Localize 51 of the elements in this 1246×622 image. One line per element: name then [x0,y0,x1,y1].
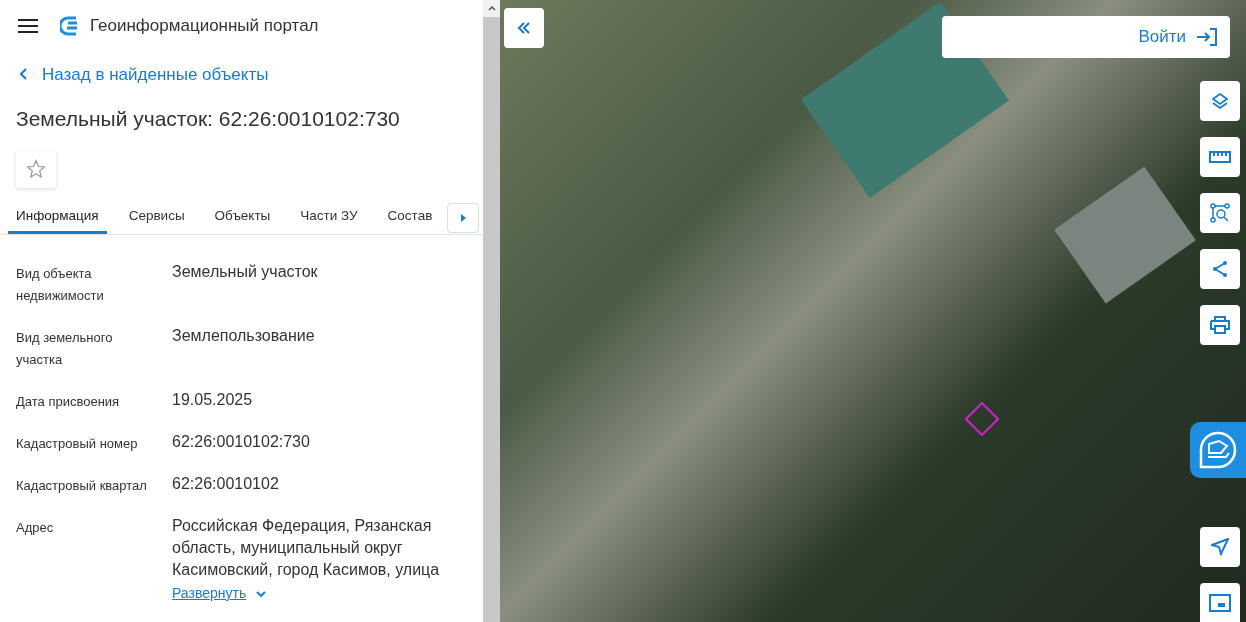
field-label: Кадастровый квартал [16,477,148,495]
field-value: Российская Федерация, Рязанская область, муниципальный округ Касимовский, город Касимов, улица [172,516,441,580]
assistant-button[interactable] [1190,422,1246,478]
satellite-map[interactable]: Войти [500,0,1246,622]
field-label: Дата присвоения [16,393,121,411]
field-value: 62:26:0010102 [172,474,280,494]
scrollbar[interactable] [483,0,500,622]
parcel-marker-icon [965,402,999,436]
double-chevron-left-icon [517,21,531,35]
favorite-button[interactable] [16,150,56,188]
minimap-button[interactable] [1200,583,1240,622]
share-button[interactable] [1200,249,1240,289]
measure-button[interactable] [1200,137,1240,177]
field-label: Вид земельного участка [16,329,114,369]
back-link[interactable]: Назад в найденные объекты [20,61,269,88]
print-button[interactable] [1200,305,1240,345]
tab[interactable]: Объекты [206,201,279,234]
layers-button[interactable] [1200,81,1240,121]
ruler-icon [1209,151,1231,163]
tab[interactable]: Состав [379,201,441,234]
collapse-panel-button[interactable] [504,8,544,48]
print-icon [1210,316,1230,334]
field-value: Землепользование [172,326,316,346]
field-value: 62:26:0010102:730 [172,432,311,452]
field-label: Вид объекта недвижимости [16,265,105,305]
field-value: Земельный участок [172,262,319,282]
navigation-arrow-icon [1211,538,1229,556]
chevron-left-icon [20,68,28,81]
expand-link[interactable]: Развернуть [172,583,267,604]
area-search-icon [1210,203,1230,223]
field-value: 19.05.2025 [172,390,254,410]
minimap-icon [1209,593,1231,612]
tab[interactable]: Информация [8,201,107,234]
field-label: Кадастровый номер [16,435,139,453]
chat-map-icon [1198,430,1238,470]
object-title: Земельный участок: 62:26:0010102:730 [16,106,401,133]
share-icon [1211,260,1229,278]
arrow-up-icon[interactable] [487,6,496,11]
area-search-button[interactable] [1200,193,1240,233]
locate-button[interactable] [1200,527,1240,567]
login-icon [1196,27,1218,47]
field-label: Адрес [16,519,55,537]
chevron-down-icon [256,590,267,597]
caret-right-icon [460,213,466,222]
logo-icon [60,15,80,36]
app-title: Геоинформационный портал [90,15,319,38]
tab[interactable]: Сервисы [120,201,193,234]
layers-icon [1211,93,1229,109]
menu-icon[interactable] [18,17,38,34]
login-button[interactable]: Войти [942,16,1230,58]
tab[interactable]: Части ЗУ [292,201,366,234]
